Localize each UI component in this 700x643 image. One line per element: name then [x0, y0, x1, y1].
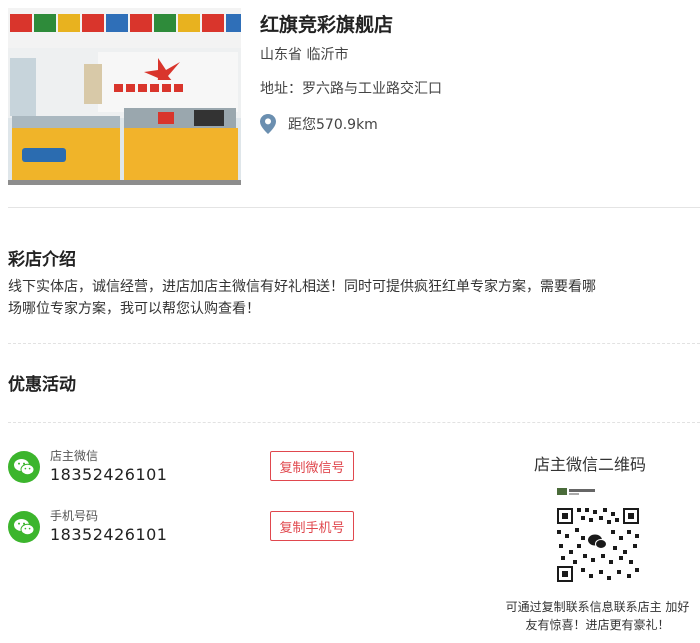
promotions-section-title: 优惠活动	[8, 375, 76, 395]
intro-section-title: 彩店介绍	[8, 250, 76, 270]
wechat-icon	[8, 451, 40, 483]
contact-phone: 手机号码 18352426101	[8, 508, 167, 546]
copy-wechat-button[interactable]: 复制微信号	[270, 451, 354, 481]
store-region: 山东省 临沂市	[260, 47, 349, 63]
store-photo-illustration	[8, 8, 241, 185]
store-name: 红旗竞彩旗舰店	[260, 14, 394, 36]
copy-phone-button[interactable]: 复制手机号	[270, 511, 354, 541]
promotions-divider	[8, 422, 700, 423]
store-photo	[8, 8, 241, 185]
phone-value: 18352426101	[50, 525, 168, 544]
store-distance: 距您570.9km	[288, 117, 378, 133]
qr-code	[547, 484, 647, 584]
wechat-label: 店主微信	[50, 449, 99, 463]
store-address: 地址：罗六路与工业路交汇口	[260, 81, 442, 97]
map-pin-icon	[260, 114, 276, 134]
intro-text: 线下实体店，诚信经营，进店加店主微信有好礼相送！同时可提供疯狂红单专家方案，需要…	[8, 279, 596, 317]
header-divider	[8, 207, 700, 208]
contact-wechat: 店主微信 18352426101	[8, 448, 167, 486]
phone-label: 手机号码	[50, 509, 99, 523]
wechat-icon	[8, 511, 40, 543]
qr-code-image	[547, 484, 647, 584]
distance-row: 距您570.9km	[260, 114, 378, 134]
wechat-value: 18352426101	[50, 465, 168, 484]
intro-divider	[8, 343, 700, 344]
qr-title: 店主微信二维码	[534, 455, 647, 474]
qr-footer-text: 可通过复制联系信息联系店主 加好友有惊喜！进店更有豪礼！	[505, 600, 690, 632]
